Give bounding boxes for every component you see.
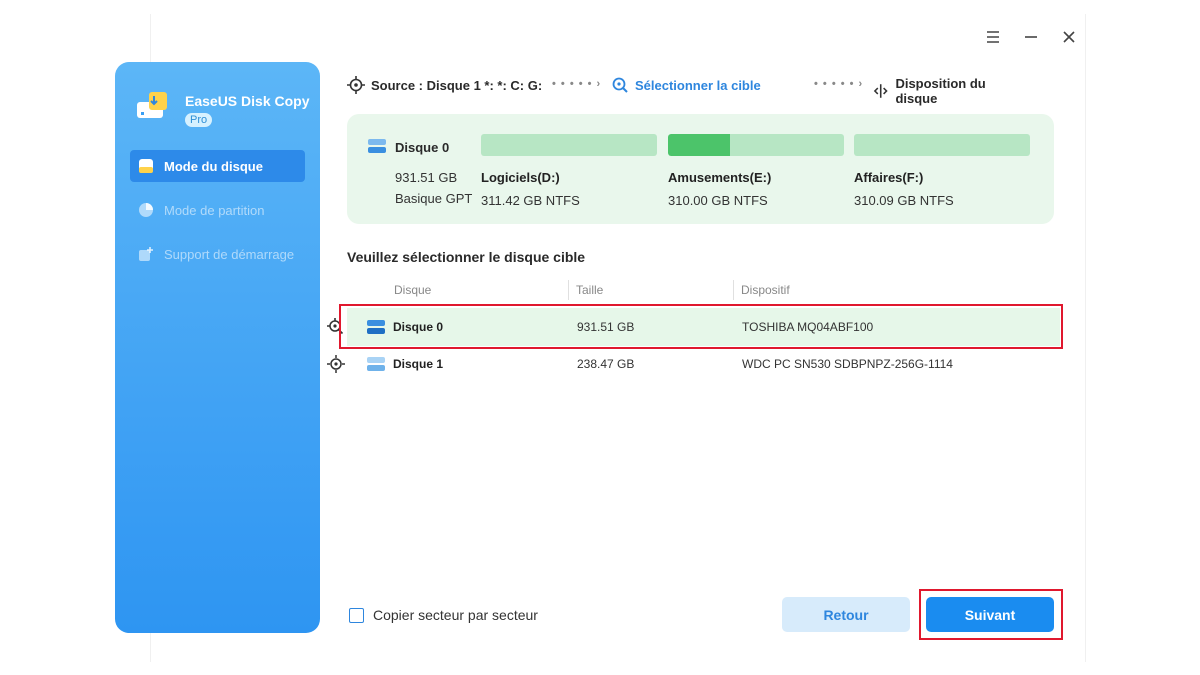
disk-device: TOSHIBA MQ04ABF100 [742,320,874,334]
disk-icon [366,319,386,340]
target-crosshair-icon [327,318,345,341]
hamburger-icon[interactable] [984,28,1002,46]
partition-name: Affaires(F:) [854,170,924,185]
minimize-icon[interactable] [1022,28,1040,46]
step-layout: Disposition du disque [872,76,1027,106]
partition-info: 311.42 GB NTFS [481,193,580,208]
app-name: EaseUS Disk Copy [185,93,310,109]
sidebar-item-label: Mode de partition [164,202,265,218]
window-controls [984,28,1078,46]
sidebar-item-label: Support de démarrage [164,246,295,262]
step-source-label: Source : Disque 1 *: *: C: G: [371,77,543,93]
pro-badge: Pro [185,113,213,127]
partition-name: Amusements(E:) [668,170,772,185]
step-connector: • • • • • › [552,78,602,90]
step-layout-label: Disposition du disque [895,76,986,106]
crosshair-icon [347,76,365,94]
disk-size: 238.47 GB [577,357,635,371]
header-divider [347,304,1057,305]
sidebar-nav: Mode du disque Mode de partition Support… [130,150,305,282]
sidebar-item-label: Mode du disque [164,158,263,174]
disk-name: Disque 0 [393,320,444,334]
step-target: Sélectionner la cible [611,76,761,94]
section-title: Veuillez sélectionner le disque cible [347,249,586,265]
partition-info: 310.09 GB NTFS [854,193,954,208]
column-divider [568,280,569,300]
column-header-size[interactable]: Taille [576,283,603,297]
partition-bar [854,134,1030,156]
disk-icon [366,356,386,377]
column-header-disk[interactable]: Disque [394,283,431,297]
sidebar-item-disk-mode[interactable]: Mode du disque [130,150,305,182]
brand: EaseUS Disk Copy Pro [135,88,310,128]
disk-mode-icon [137,157,155,175]
wizard-steps: Source : Disque 1 *: *: C: G: • • • • • … [347,76,1027,106]
table-row[interactable]: Disque 1 238.47 GB WDC PC SN530 SDBPNPZ-… [327,345,1060,383]
column-header-device[interactable]: Dispositif [741,283,790,297]
back-button[interactable]: Retour [782,597,910,632]
boot-media-icon [137,245,155,263]
disk-size: 931.51 GB [577,320,635,334]
source-disk-size: 931.51 GB [395,170,458,185]
source-disk-type: Basique GPT [395,191,473,206]
table-row[interactable]: Disque 0 931.51 GB TOSHIBA MQ04ABF100 [327,308,1060,346]
partition-f: Affaires(F:) 310.09 GB NTFS [854,134,1030,208]
sidebar: EaseUS Disk Copy Pro Mode du disque Mode… [115,62,320,633]
partition-bar [668,134,844,156]
layout-arrows-icon [873,84,888,98]
sidebar-item-boot-media[interactable]: Support de démarrage [130,238,305,270]
next-button[interactable]: Suivant [926,597,1054,632]
target-search-icon [612,77,628,93]
partition-d: Logiciels(D:) 311.42 GB NTFS [481,134,657,208]
disk-device: WDC PC SN530 SDBPNPZ-256G-1114 [742,357,953,371]
close-icon[interactable] [1060,28,1078,46]
sector-copy-option[interactable]: Copier secteur par secteur [349,607,538,623]
partition-e: Amusements(E:) 310.00 GB NTFS [668,134,844,208]
pie-chart-icon [137,201,155,219]
step-source: Source : Disque 1 *: *: C: G: [347,76,542,94]
step-target-label: Sélectionner la cible [635,77,761,93]
partition-name: Logiciels(D:) [481,170,560,185]
sidebar-item-partition-mode[interactable]: Mode de partition [130,194,305,226]
partition-info: 310.00 GB NTFS [668,193,768,208]
step-connector: • • • • • › [814,78,864,90]
target-crosshair-icon [327,355,345,378]
partition-bar [481,134,657,156]
disk-name: Disque 1 [393,357,444,371]
source-disk-name: Disque 0 [395,140,450,155]
column-divider [733,280,734,300]
source-disk-panel: Disque 0 931.51 GB Basique GPT Logiciels… [347,114,1054,224]
partition-used-fill [668,134,730,156]
app-logo-icon [135,88,169,122]
sector-copy-checkbox[interactable] [349,607,364,623]
sector-copy-label: Copier secteur par secteur [373,607,538,623]
disk-icon [367,138,387,159]
